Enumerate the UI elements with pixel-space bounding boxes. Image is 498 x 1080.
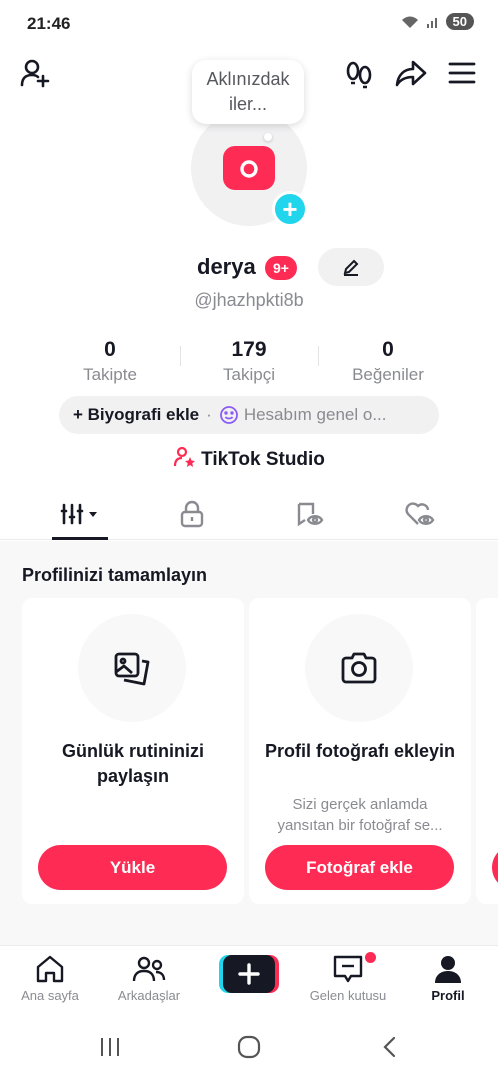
- share-profile-button[interactable]: [393, 55, 429, 91]
- edit-profile-button[interactable]: [318, 248, 384, 286]
- home-circle-icon: [237, 1035, 261, 1059]
- studio-label: TikTok Studio: [201, 449, 325, 470]
- nav-label: Ana sayfa: [21, 988, 79, 1003]
- nav-label: Profil: [431, 988, 465, 1003]
- grid-icon: [60, 503, 97, 525]
- stat-followers[interactable]: 179 Takipçi: [179, 338, 319, 385]
- tab-tagged[interactable]: [248, 488, 372, 540]
- recents-button[interactable]: [90, 1031, 130, 1063]
- upload-button[interactable]: Yükle: [38, 845, 227, 890]
- add-photo-button[interactable]: Fotoğraf ekle: [265, 845, 454, 890]
- stat-value: 179: [231, 338, 267, 361]
- bio-bar[interactable]: + Biyografi ekle · Hesabım genel o...: [59, 396, 439, 434]
- status-bar: 21:46 50: [0, 0, 498, 48]
- tab-videos[interactable]: [18, 488, 142, 540]
- nav-icon-wrap: [0, 952, 100, 986]
- tab-liked[interactable]: [358, 488, 482, 540]
- battery-indicator: 50: [445, 13, 474, 30]
- android-system-nav: [0, 1017, 498, 1080]
- stat-value: 0: [104, 338, 116, 361]
- pencil-icon: [343, 259, 359, 276]
- wifi-icon: [401, 16, 418, 28]
- tiktok-studio-link[interactable]: TikTok Studio: [0, 446, 498, 471]
- notification-badge[interactable]: 9+: [265, 256, 297, 280]
- home-icon: [36, 955, 64, 983]
- card-next-partial: [476, 598, 498, 904]
- nav-inbox[interactable]: Gelen kutusu: [298, 952, 398, 1003]
- section-title: Profilinizi tamamlayın: [22, 565, 208, 585]
- nav-label: Arkadaşlar: [117, 988, 181, 1003]
- thought-line-1: Aklınızdak: [206, 69, 290, 89]
- share-arrow-icon: [395, 60, 427, 87]
- recents-icon: [101, 1038, 119, 1056]
- card-profile-photo: Profil fotoğrafı ekleyin Sizi gerçek anl…: [249, 598, 471, 904]
- nav-icon-wrap: [298, 952, 398, 986]
- card-icon-circle: [78, 614, 186, 722]
- back-chevron-icon: [383, 1036, 396, 1058]
- nav-profile[interactable]: Profil: [398, 952, 498, 1003]
- friends-icon: [132, 956, 166, 982]
- card-icon-circle: [305, 614, 413, 722]
- bubble-dot: [264, 133, 272, 141]
- nav-label: Gelen kutusu: [309, 988, 387, 1003]
- stat-label: Beğeniler: [352, 365, 424, 384]
- bio-separator: ·: [206, 405, 212, 424]
- menu-button[interactable]: [444, 55, 480, 91]
- photos-icon: [114, 652, 150, 686]
- create-button[interactable]: [219, 955, 279, 993]
- stat-label: Takipçi: [223, 365, 275, 384]
- complete-profile-section: Profilinizi tamamlayın Günlük rutininizi…: [0, 541, 498, 945]
- status-icons: 50: [400, 13, 474, 30]
- thought-bubble[interactable]: Aklınızdak iler...: [192, 60, 304, 124]
- camera-badge: [223, 146, 275, 190]
- tab-private[interactable]: [130, 488, 254, 540]
- username: @jhazhpkti8b: [194, 290, 304, 310]
- footprints-icon: [346, 61, 372, 89]
- stat-following[interactable]: 0 Takipte: [40, 338, 180, 385]
- person-star-icon: [173, 446, 196, 467]
- add-bio-label[interactable]: + Biyografi ekle: [73, 405, 199, 425]
- stats-row: 0 Takipte 179 Takipçi 0 Beğeniler: [0, 338, 498, 386]
- stat-value: 0: [382, 338, 394, 361]
- signal-icon: [426, 17, 437, 28]
- inbox-icon: [333, 955, 363, 983]
- home-system-button[interactable]: [229, 1031, 269, 1063]
- card-daily-routine: Günlük rutininizi paylaşın Yükle: [22, 598, 244, 904]
- content-tabs: [0, 488, 498, 540]
- lock-icon: [180, 500, 204, 528]
- bottom-nav: Ana sayfa Arkadaşlar Gelen kutusu Profil: [0, 945, 498, 1017]
- smiley-icon: [219, 406, 238, 424]
- card-description: Sizi gerçek anlamda yansıtan bir fotoğra…: [277, 796, 443, 834]
- partial-button[interactable]: [492, 845, 498, 890]
- camera-outline-icon: [341, 652, 377, 684]
- liked-heart-icon: [405, 502, 435, 525]
- nav-icon-wrap: [99, 952, 199, 986]
- display-name: derya: [197, 254, 256, 279]
- profile-icon: [435, 956, 461, 983]
- stat-likes[interactable]: 0 Beğeniler: [318, 338, 458, 385]
- stat-label: Takipte: [83, 365, 137, 384]
- camera-icon: [240, 160, 258, 178]
- card-title: Profil fotoğrafı ekleyin: [264, 741, 456, 761]
- inbox-notification-dot: [365, 952, 376, 963]
- nav-icon-wrap: [398, 952, 498, 986]
- plus-icon: [219, 955, 279, 993]
- avatar[interactable]: +: [191, 110, 308, 227]
- hamburger-menu-icon: [448, 62, 476, 84]
- person-plus-icon: [20, 59, 50, 88]
- name-row: derya 9+: [0, 248, 498, 288]
- nav-home[interactable]: Ana sayfa: [0, 952, 100, 1003]
- account-status-label[interactable]: Hesabım genel o...: [244, 405, 387, 425]
- thought-line-2: iler...: [228, 94, 267, 114]
- status-time: 21:46: [27, 14, 71, 33]
- card-title: Günlük rutininizi paylaşın: [62, 741, 204, 786]
- footprints-button[interactable]: [341, 55, 377, 91]
- nav-friends[interactable]: Arkadaşlar: [99, 952, 199, 1003]
- add-avatar-button[interactable]: +: [272, 191, 308, 227]
- add-friend-button[interactable]: [17, 55, 53, 91]
- back-button[interactable]: [370, 1031, 410, 1063]
- active-tab-indicator: [52, 537, 108, 540]
- tagged-eye-icon: [297, 502, 324, 527]
